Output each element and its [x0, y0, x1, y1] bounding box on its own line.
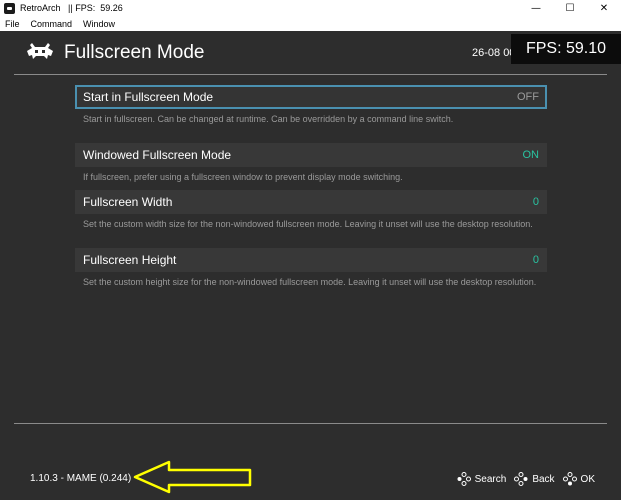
menu-file[interactable]: File — [0, 19, 26, 29]
menu-command[interactable]: Command — [26, 19, 79, 29]
footer-actions: Search Back OK — [449, 472, 595, 486]
footer-divider — [14, 423, 607, 424]
back-action[interactable]: Back — [514, 472, 555, 486]
setting-description: Start in fullscreen. Can be changed at r… — [83, 114, 454, 124]
back-label: Back — [532, 473, 555, 485]
setting-description: Set the custom height size for the non-w… — [83, 277, 537, 287]
menubar: File Command Window — [0, 16, 621, 32]
annotation-arrow-icon — [133, 460, 252, 494]
setting-label: Windowed Fullscreen Mode — [83, 148, 232, 162]
retroarch-app-icon — [4, 2, 15, 14]
setting-fullscreen-width[interactable]: Fullscreen Width 0 — [75, 190, 547, 214]
fps-overlay: FPS: 59.10 — [511, 34, 621, 64]
setting-label: Fullscreen Height — [83, 253, 177, 267]
setting-description: Set the custom width size for the non-wi… — [83, 219, 533, 229]
version-label: 1.10.3 - MAME (0.244) — [30, 473, 132, 484]
window-titlebar: RetroArch || FPS: 59.26 — ☐ ✕ — [0, 0, 621, 16]
retroarch-logo-icon — [27, 43, 53, 59]
gamepad-buttons-icon — [457, 472, 471, 486]
retroarch-menu: Fullscreen Mode 26-08 00:17 FPS: 59.10 S… — [0, 31, 621, 500]
window-title: RetroArch || FPS: 59.26 — [20, 3, 123, 13]
ok-label: OK — [580, 473, 595, 485]
settings-list: Start in Fullscreen Mode OFF Start in fu… — [75, 85, 547, 306]
setting-value-number[interactable]: 0 — [533, 196, 539, 208]
setting-windowed-fullscreen[interactable]: Windowed Fullscreen Mode ON — [75, 143, 547, 167]
setting-value-number[interactable]: 0 — [533, 254, 539, 266]
setting-value-toggle[interactable]: OFF — [517, 91, 539, 103]
setting-label: Fullscreen Width — [83, 195, 173, 209]
minimize-button[interactable]: — — [519, 0, 553, 16]
setting-start-in-fullscreen[interactable]: Start in Fullscreen Mode OFF — [75, 85, 547, 109]
ok-action[interactable]: OK — [562, 472, 595, 486]
gamepad-buttons-icon — [514, 472, 528, 486]
setting-value-toggle[interactable]: ON — [523, 149, 540, 161]
gamepad-buttons-icon — [562, 472, 577, 486]
close-button[interactable]: ✕ — [587, 0, 621, 16]
setting-fullscreen-height[interactable]: Fullscreen Height 0 — [75, 248, 547, 272]
maximize-button[interactable]: ☐ — [553, 0, 587, 16]
setting-description: If fullscreen, prefer using a fullscreen… — [83, 172, 403, 182]
page-title: Fullscreen Mode — [64, 42, 205, 63]
search-label: Search — [474, 473, 507, 485]
header-divider — [14, 74, 607, 75]
search-action[interactable]: Search — [457, 472, 507, 486]
menu-window[interactable]: Window — [78, 19, 121, 29]
header: Fullscreen Mode 26-08 00:17 FPS: 59.10 — [0, 31, 621, 74]
window-controls: — ☐ ✕ — [519, 0, 621, 16]
setting-label: Start in Fullscreen Mode — [83, 90, 214, 104]
